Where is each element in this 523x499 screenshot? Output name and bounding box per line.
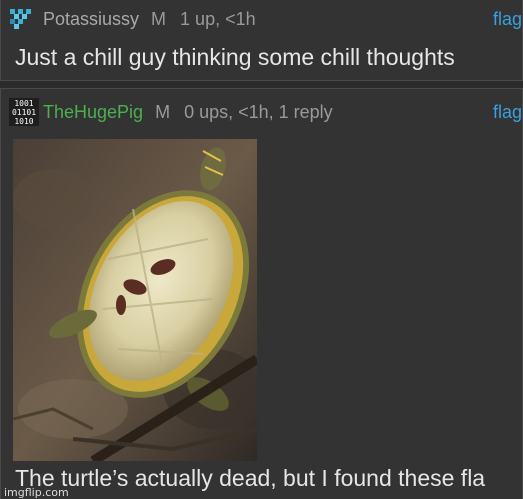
pixel-heart-icon[interactable]: [9, 6, 39, 32]
username-link[interactable]: Potassiussy: [43, 9, 139, 30]
imgflip-watermark: imgflip.com: [4, 486, 69, 499]
comment-text: Just a chill guy thinking some chill tho…: [15, 44, 455, 70]
mod-badge: M: [155, 101, 171, 122]
comment-header: 1001 01101 1010 TheHugePig M 0 ups, <1h,…: [9, 98, 522, 126]
avatar-text-line: 1010: [14, 117, 33, 126]
turtle-photo[interactable]: [13, 139, 257, 461]
avatar-text-line: 01101: [12, 108, 36, 117]
comment-card: 1001 01101 1010 TheHugePig M 0 ups, <1h,…: [0, 88, 523, 499]
flag-link[interactable]: flag: [493, 9, 522, 30]
comment-caption: The turtle’s actually dead, but I found …: [15, 465, 486, 491]
comment-stats: 0 ups, <1h, 1 reply: [184, 101, 333, 122]
binary-digits-icon[interactable]: 1001 01101 1010: [9, 98, 39, 126]
comment-header: Potassiussy M 1 up, <1h flag: [9, 6, 522, 32]
mod-badge: M: [151, 8, 167, 29]
flag-link[interactable]: flag: [493, 102, 522, 123]
avatar-text-line: 1001: [14, 99, 33, 108]
comment-stats: 1 up, <1h: [180, 8, 256, 29]
comment-card: Potassiussy M 1 up, <1h flag Just a chil…: [0, 0, 523, 81]
username-link[interactable]: TheHugePig: [43, 102, 143, 123]
page: Potassiussy M 1 up, <1h flag Just a chil…: [0, 0, 523, 499]
